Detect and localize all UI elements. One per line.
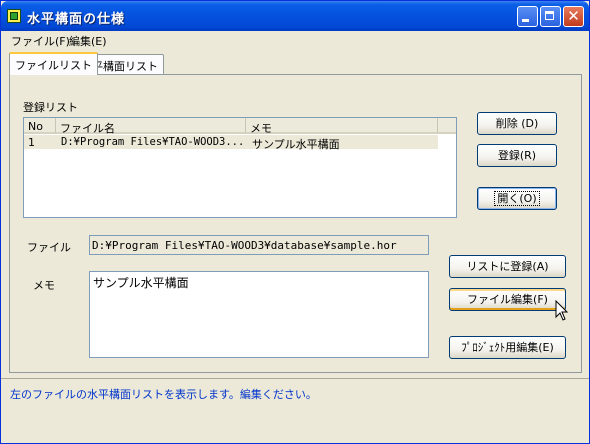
app-icon [7,9,21,23]
register-button[interactable]: 登録(R) [477,144,557,167]
maximize-button[interactable] [540,6,561,27]
status-message: 左のファイルの水平構面リストを表示します。編集ください。 [10,388,317,401]
title-bar[interactable]: 水平構面の仕様 ✕ [1,1,589,31]
minimize-icon [518,7,537,26]
column-header-filler [438,118,456,134]
close-icon: ✕ [567,7,580,25]
edit-for-project-button[interactable]: ﾌﾟﾛｼﾞｪｸﾄ用編集(E) [449,336,566,359]
row-filename: D:¥Program Files¥TAO-WOOD3... [61,136,245,148]
register-button-label: 登録(R) [497,149,537,162]
maximize-icon [541,7,560,26]
tab-file-list[interactable]: ファイルリスト [9,52,98,75]
column-header-no[interactable]: No [24,118,56,134]
registered-list-label: 登録リスト [23,101,78,114]
main-window: 水平構面の仕様 ✕ ファイル(F) 編集(E) ファイルリスト 水平構面リスト … [0,0,590,444]
status-divider [1,378,589,379]
menu-file[interactable]: ファイル(F) [11,33,70,49]
mouse-cursor-icon [555,300,569,321]
edit-file-button[interactable]: ファイル編集(F) [449,288,566,311]
menu-edit[interactable]: 編集(E) [69,33,107,49]
register-to-list-button-label: リストに登録(A) [466,260,549,273]
column-header-memo[interactable]: メモ [246,118,438,135]
row-memo: サンプル水平構面 [252,138,340,151]
row-no: 1 [28,136,35,149]
registered-file-list[interactable]: No ファイル名 メモ 1 D:¥Program Files¥TAO-WOOD3… [23,117,457,218]
file-label: ファイル [27,241,71,254]
table-row[interactable]: 1 D:¥Program Files¥TAO-WOOD3... サンプル水平構面 [24,135,438,151]
memo-textarea[interactable]: サンプル水平構面 [89,271,429,358]
close-button[interactable]: ✕ [563,6,584,27]
open-button[interactable]: 開く(O) [477,187,557,210]
open-button-label: 開く(O) [494,191,540,206]
register-to-list-button[interactable]: リストに登録(A) [449,255,566,278]
edit-file-button-label: ファイル編集(F) [467,293,548,306]
list-header: No ファイル名 メモ [24,118,456,135]
delete-button[interactable]: 削除 (D) [477,112,557,135]
column-header-filename[interactable]: ファイル名 [56,118,246,135]
delete-button-label: 削除 (D) [495,117,539,130]
window-title: 水平構面の仕様 [27,12,126,27]
memo-label: メモ [33,279,55,292]
file-path-field: D:¥Program Files¥TAO-WOOD3¥database¥samp… [89,235,429,255]
edit-for-project-button-label: ﾌﾟﾛｼﾞｪｸﾄ用編集(E) [461,341,554,354]
minimize-button[interactable] [517,6,538,27]
